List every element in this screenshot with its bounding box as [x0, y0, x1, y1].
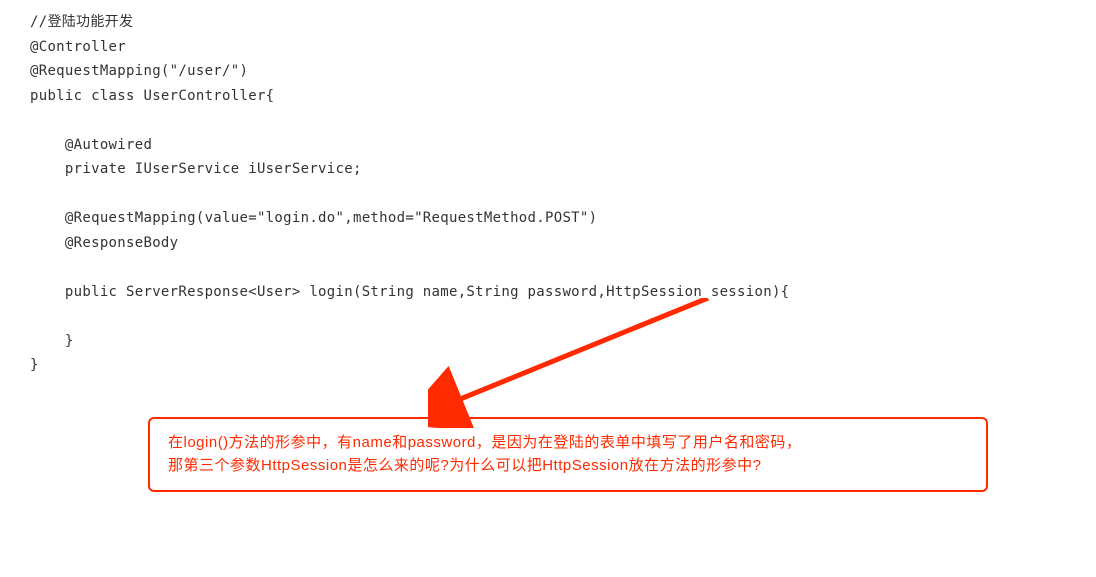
code-line: }: [30, 357, 39, 373]
code-line: @RequestMapping("/user/"): [30, 63, 248, 79]
code-line: //登陆功能开发: [30, 14, 133, 30]
code-line: public ServerResponse<User> login(String…: [30, 284, 789, 300]
callout-line: 在login()方法的形参中，有name和password，是因为在登陆的表单中…: [168, 431, 968, 454]
code-block: //登陆功能开发 @Controller @RequestMapping("/u…: [0, 0, 1096, 388]
callout-line: 那第三个参数HttpSession是怎么来的呢?为什么可以把HttpSessio…: [168, 454, 968, 477]
callout-annotation: 在login()方法的形参中，有name和password，是因为在登陆的表单中…: [148, 417, 988, 492]
code-line: }: [30, 333, 74, 349]
code-line: @RequestMapping(value="login.do",method=…: [30, 210, 597, 226]
code-line: @Controller: [30, 39, 126, 55]
code-line: @ResponseBody: [30, 235, 178, 251]
code-line: private IUserService iUserService;: [30, 161, 362, 177]
code-line: @Autowired: [30, 137, 152, 153]
code-line: public class UserController{: [30, 88, 274, 104]
